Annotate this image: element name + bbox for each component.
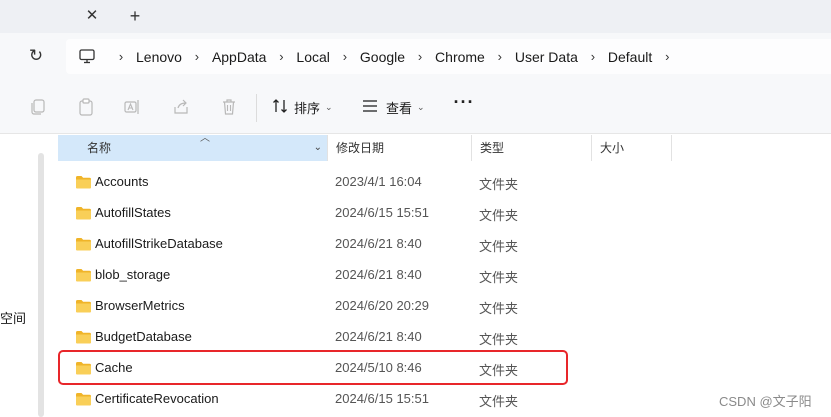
plus-icon[interactable]: +: [124, 5, 146, 27]
view-button[interactable]: 查看 ⌄: [362, 95, 425, 119]
file-name[interactable]: CertificateRevocation: [95, 391, 219, 406]
nav-scrollbar[interactable]: [38, 153, 44, 417]
file-name[interactable]: Accounts: [95, 174, 148, 189]
sort-icon: [272, 98, 288, 117]
chevron-right-icon[interactable]: ›: [106, 49, 136, 64]
breadcrumb-item[interactable]: Chrome: [435, 49, 485, 65]
table-row[interactable]: AutofillStrikeDatabase 2024/6/21 8:40 文件夹: [58, 228, 831, 259]
file-list: ︿ 名称 ⌄ 修改日期 类型 大小 Accounts 2023/4/1 16:04…: [58, 133, 831, 417]
file-name[interactable]: BudgetDatabase: [95, 329, 192, 344]
file-name[interactable]: AutofillStrikeDatabase: [95, 236, 223, 251]
address-row: ↻ › Lenovo › AppData › Local › Google › Chrome › Us…: [0, 33, 831, 80]
table-row[interactable]: Cache 2024/5/10 8:46 文件夹: [58, 352, 831, 383]
address-bar[interactable]: › Lenovo › AppData › Local › Google › Chrome › User…: [66, 39, 831, 74]
file-type: 文件夹: [479, 177, 519, 192]
command-separator: [256, 94, 257, 122]
table-row[interactable]: BrowserMetrics 2024/6/20 20:29 文件夹: [58, 290, 831, 321]
file-date: 2024/6/21 8:40: [335, 267, 422, 282]
column-header-size[interactable]: 大小: [592, 135, 672, 161]
table-row[interactable]: blob_storage 2024/6/21 8:40 文件夹: [58, 259, 831, 290]
file-date: 2024/6/15 15:51: [335, 391, 429, 406]
folder-icon: [75, 268, 92, 282]
chevron-right-icon[interactable]: ›: [405, 49, 435, 64]
close-icon[interactable]: ✕: [82, 6, 102, 26]
sort-label: 排序: [294, 100, 321, 116]
watermark: CSDN @文子阳: [719, 394, 812, 409]
folder-icon: [75, 392, 92, 406]
breadcrumb-item[interactable]: Google: [360, 49, 405, 65]
table-row[interactable]: AutofillStates 2024/6/15 15:51 文件夹: [58, 197, 831, 228]
more-options-button[interactable]: ···: [452, 93, 476, 116]
browser-tab[interactable]: ✕: [0, 0, 116, 33]
chevron-down-icon: ⌄: [417, 101, 425, 112]
table-row[interactable]: CertificateRevocation 2024/6/15 15:51 文件夹: [58, 383, 831, 414]
view-icon: [362, 99, 378, 116]
file-type: 文件夹: [479, 239, 519, 254]
sort-ascending-icon: ︿: [200, 133, 210, 144]
breadcrumb-item[interactable]: AppData: [212, 49, 266, 65]
view-label: 查看: [386, 100, 413, 116]
breadcrumb-item[interactable]: User Data: [515, 49, 578, 65]
file-name[interactable]: Cache: [95, 360, 133, 375]
file-type: 文件夹: [479, 270, 519, 285]
file-type: 文件夹: [479, 208, 519, 223]
file-type: 文件夹: [479, 332, 519, 347]
chevron-right-icon[interactable]: ›: [182, 49, 212, 64]
refresh-icon[interactable]: ↻: [26, 45, 46, 67]
folder-icon: [75, 361, 92, 375]
file-date: 2024/5/10 8:46: [335, 360, 422, 375]
file-date: 2024/6/21 8:40: [335, 236, 422, 251]
copy-icon[interactable]: [29, 98, 49, 118]
file-name[interactable]: blob_storage: [95, 267, 170, 282]
tab-strip: ✕ +: [0, 0, 831, 33]
chevron-right-icon[interactable]: ›: [266, 49, 296, 64]
file-name[interactable]: BrowserMetrics: [95, 298, 185, 313]
folder-icon: [75, 237, 92, 251]
column-header-date[interactable]: 修改日期: [328, 135, 472, 161]
chevron-down-icon[interactable]: ⌄: [314, 135, 322, 161]
rename-icon[interactable]: [124, 98, 144, 118]
table-row[interactable]: Accounts 2023/4/1 16:04 文件夹: [58, 166, 831, 197]
table-row[interactable]: BudgetDatabase 2024/6/21 8:40 文件夹: [58, 321, 831, 352]
file-date: 2023/4/1 16:04: [335, 174, 422, 189]
file-name[interactable]: AutofillStates: [95, 205, 171, 220]
file-type: 文件夹: [479, 394, 519, 409]
chevron-right-icon[interactable]: ›: [330, 49, 360, 64]
sort-button[interactable]: 排序 ⌄: [272, 95, 333, 119]
share-icon[interactable]: [172, 98, 192, 118]
column-header-name-label: 名称: [87, 141, 112, 155]
navigation-pane: 空间: [0, 135, 48, 417]
file-date: 2024/6/15 15:51: [335, 205, 429, 220]
command-bar: 排序 ⌄ 查看 ⌄ ···: [0, 80, 831, 134]
chevron-right-icon[interactable]: ›: [485, 49, 515, 64]
folder-icon: [75, 330, 92, 344]
folder-icon: [75, 299, 92, 313]
chevron-right-icon[interactable]: ›: [578, 49, 608, 64]
folder-icon: [75, 206, 92, 220]
nav-item-label[interactable]: 空间: [0, 308, 26, 327]
breadcrumb-item[interactable]: Lenovo: [136, 49, 182, 65]
file-type: 文件夹: [479, 363, 519, 378]
chevron-right-icon[interactable]: ›: [652, 49, 682, 64]
column-header-name[interactable]: ︿ 名称 ⌄: [58, 133, 328, 161]
delete-icon[interactable]: [220, 98, 240, 118]
paste-icon[interactable]: [77, 98, 97, 118]
column-header-row: ︿ 名称 ⌄ 修改日期 类型 大小: [58, 133, 831, 161]
breadcrumb: › Lenovo › AppData › Local › Google › Chrome › User…: [106, 39, 682, 74]
file-date: 2024/6/21 8:40: [335, 329, 422, 344]
file-rows: Accounts 2023/4/1 16:04 文件夹 AutofillStates 2…: [58, 166, 831, 414]
file-date: 2024/6/20 20:29: [335, 298, 429, 313]
chevron-down-icon: ⌄: [325, 101, 333, 112]
monitor-icon: [79, 49, 95, 67]
column-header-type[interactable]: 类型: [472, 135, 592, 161]
breadcrumb-item[interactable]: Default: [608, 49, 652, 65]
file-type: 文件夹: [479, 301, 519, 316]
folder-icon: [75, 175, 92, 189]
breadcrumb-item[interactable]: Local: [296, 49, 329, 65]
